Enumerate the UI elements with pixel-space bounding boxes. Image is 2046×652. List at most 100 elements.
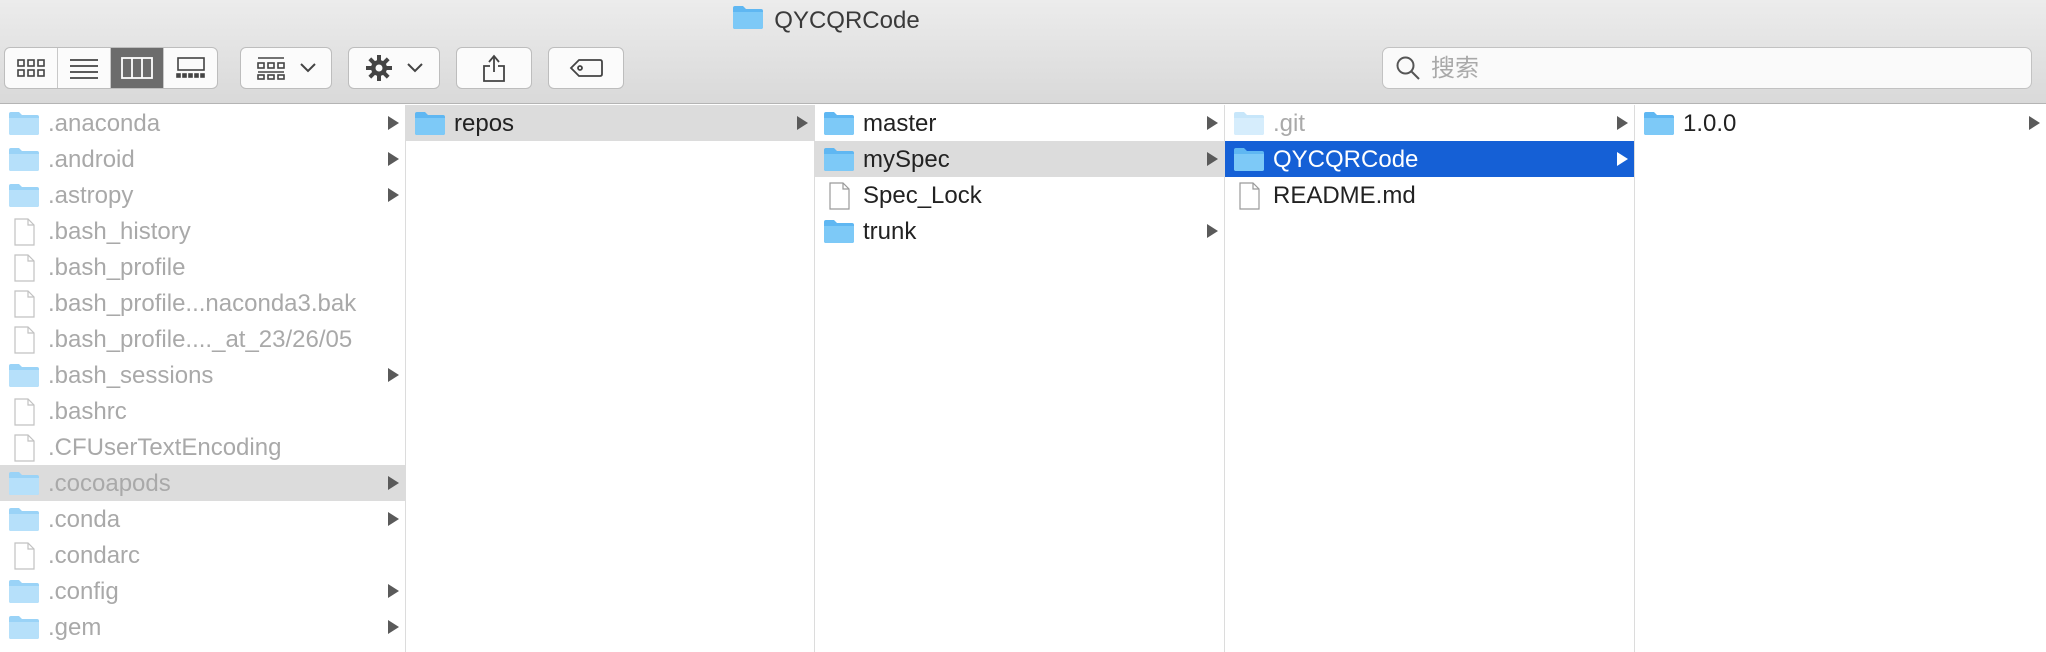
folder-row[interactable]: .astropy: [0, 177, 405, 213]
list-view-button[interactable]: [58, 48, 111, 88]
file-row[interactable]: .bash_history: [0, 213, 405, 249]
file-row[interactable]: .bash_profile: [0, 249, 405, 285]
folder-row[interactable]: master: [815, 105, 1224, 141]
folder-icon: [414, 110, 446, 136]
column-view-icon: [121, 57, 153, 79]
gallery-view-button[interactable]: [164, 48, 217, 88]
item-name: .bashrc: [48, 398, 127, 425]
group-button[interactable]: [240, 47, 332, 89]
folder-row[interactable]: .conda: [0, 501, 405, 537]
column-4[interactable]: .git QYCQRCode README.md: [1225, 105, 1635, 652]
column-3[interactable]: master mySpec Spec_Lock trunk: [815, 105, 1225, 652]
folder-row[interactable]: trunk: [815, 213, 1224, 249]
folder-icon: [8, 146, 40, 172]
disclosure-arrow-icon: [388, 620, 399, 634]
item-name: .CFUserTextEncoding: [48, 434, 282, 461]
item-name: .bash_history: [48, 218, 191, 245]
share-button[interactable]: [456, 47, 532, 89]
disclosure-arrow-icon: [1207, 224, 1218, 238]
item-name: Spec_Lock: [863, 182, 982, 209]
item-name: .bash_profile...._at_23/26/05: [48, 326, 353, 353]
column-view-button[interactable]: [111, 48, 164, 88]
item-name: trunk: [863, 218, 917, 245]
column-1[interactable]: .anaconda .android .astropy .bash_histor…: [0, 105, 406, 652]
item-name: .config: [48, 578, 119, 605]
document-icon: [8, 218, 40, 246]
disclosure-arrow-icon: [2029, 116, 2040, 130]
gear-icon: [366, 55, 392, 81]
window-title-text: QYCQRCode: [774, 6, 920, 34]
folder-icon: [8, 182, 40, 208]
folder-row[interactable]: .config: [0, 573, 405, 609]
search-field[interactable]: [1382, 47, 2032, 89]
disclosure-arrow-icon: [388, 584, 399, 598]
folder-icon: [823, 218, 855, 244]
folder-icon: [8, 110, 40, 136]
action-button[interactable]: [348, 47, 440, 89]
share-icon: [483, 54, 505, 82]
column-browser: .anaconda .android .astropy .bash_histor…: [0, 105, 2046, 652]
file-row[interactable]: README.md: [1225, 177, 1634, 213]
item-name: .bash_sessions: [48, 362, 214, 389]
folder-icon: [823, 146, 855, 172]
tag-icon: [569, 59, 603, 77]
disclosure-arrow-icon: [388, 152, 399, 166]
item-name: .bash_profile: [48, 254, 186, 281]
icon-view-button[interactable]: [5, 48, 58, 88]
file-row[interactable]: .bash_profile...naconda3.bak: [0, 285, 405, 321]
folder-row[interactable]: mySpec: [815, 141, 1224, 177]
folder-icon: [1643, 110, 1675, 136]
folder-row[interactable]: 1.0.0: [1635, 105, 2046, 141]
disclosure-arrow-icon: [1617, 116, 1628, 130]
folder-row[interactable]: .cocoapods: [0, 465, 405, 501]
disclosure-arrow-icon: [1207, 116, 1218, 130]
document-icon: [8, 434, 40, 462]
folder-icon: [8, 506, 40, 532]
item-name: README.md: [1273, 182, 1416, 209]
document-icon: [8, 326, 40, 354]
disclosure-arrow-icon: [388, 368, 399, 382]
item-name: QYCQRCode: [1273, 146, 1419, 173]
file-row[interactable]: .bash_profile...._at_23/26/05: [0, 321, 405, 357]
file-row[interactable]: .CFUserTextEncoding: [0, 429, 405, 465]
gallery-view-icon: [175, 57, 205, 78]
column-2[interactable]: repos: [406, 105, 815, 652]
folder-icon: [8, 362, 40, 388]
folder-icon: [1233, 110, 1265, 136]
search-icon: [1395, 55, 1421, 81]
document-icon: [8, 290, 40, 318]
search-input[interactable]: [1429, 53, 2013, 83]
icon-view-icon: [17, 59, 45, 77]
disclosure-arrow-icon: [388, 476, 399, 490]
window-title: QYCQRCode: [0, 4, 1652, 37]
folder-icon: [1233, 146, 1265, 172]
list-view-icon: [70, 59, 98, 79]
chevron-down-icon: [300, 63, 316, 73]
document-icon: [8, 398, 40, 426]
item-name: .git: [1273, 110, 1306, 137]
disclosure-arrow-icon: [797, 116, 808, 130]
folder-row[interactable]: QYCQRCode: [1225, 141, 1634, 177]
folder-row[interactable]: .git: [1225, 105, 1634, 141]
item-name: .condarc: [48, 542, 141, 569]
item-name: .android: [48, 146, 135, 173]
view-mode-control[interactable]: [4, 47, 218, 89]
file-row[interactable]: Spec_Lock: [815, 177, 1224, 213]
folder-row[interactable]: .gem: [0, 609, 405, 645]
item-name: 1.0.0: [1683, 110, 1737, 137]
item-name: mySpec: [863, 146, 950, 173]
folder-row[interactable]: .bash_sessions: [0, 357, 405, 393]
toolbar: QYCQRCode: [0, 0, 2046, 104]
folder-row[interactable]: repos: [406, 105, 814, 141]
file-row[interactable]: .condarc: [0, 537, 405, 573]
folder-row[interactable]: .android: [0, 141, 405, 177]
document-icon: [823, 182, 855, 210]
column-5[interactable]: 1.0.0: [1635, 105, 2046, 652]
file-row[interactable]: .bashrc: [0, 393, 405, 429]
tag-button[interactable]: [548, 47, 624, 89]
item-name: master: [863, 110, 937, 137]
document-icon: [8, 254, 40, 282]
folder-row[interactable]: .anaconda: [0, 105, 405, 141]
item-name: .anaconda: [48, 110, 161, 137]
folder-icon: [8, 614, 40, 640]
